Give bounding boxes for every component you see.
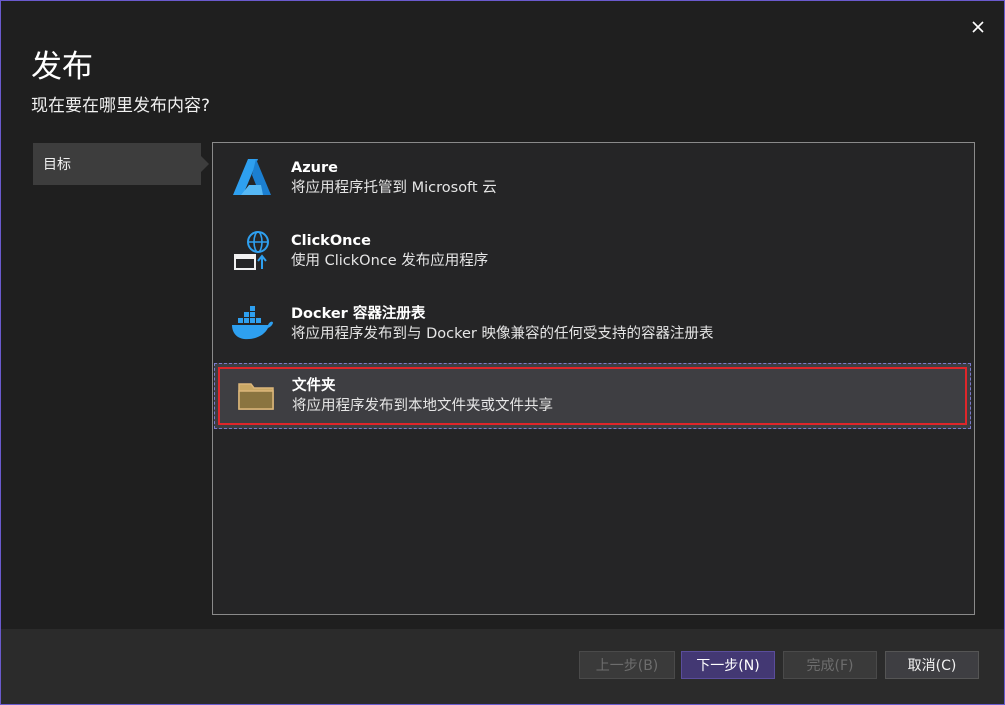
docker-icon xyxy=(232,306,273,340)
target-description: 将应用程序发布到与 Docker 映像兼容的任何受支持的容器注册表 xyxy=(291,326,714,342)
publish-target-list: Azure 将应用程序托管到 Microsoft 云 ClickOnce 使用 … xyxy=(212,142,975,615)
cancel-button[interactable]: 取消(C) xyxy=(885,651,979,679)
publish-dialog: 发布 现在要在哪里发布内容? 目标 Azure 将应用程序托管到 Microso… xyxy=(0,0,1005,705)
finish-button[interactable]: 完成(F) xyxy=(783,651,877,679)
target-description: 使用 ClickOnce 发布应用程序 xyxy=(291,253,489,269)
next-button[interactable]: 下一步(N) xyxy=(681,651,775,679)
target-name: ClickOnce xyxy=(291,233,371,249)
back-button[interactable]: 上一步(B) xyxy=(579,651,675,679)
dialog-footer: 上一步(B) 下一步(N) 完成(F) 取消(C) xyxy=(1,629,1004,704)
sidebar-item-label: 目标 xyxy=(43,157,71,173)
target-description: 将应用程序托管到 Microsoft 云 xyxy=(291,180,497,196)
target-clickonce[interactable]: ClickOnce 使用 ClickOnce 发布应用程序 xyxy=(213,216,974,286)
dialog-title: 发布 xyxy=(31,49,93,85)
close-icon xyxy=(972,21,984,33)
azure-icon xyxy=(233,159,271,195)
target-description: 将应用程序发布到本地文件夹或文件共享 xyxy=(292,398,553,414)
close-button[interactable] xyxy=(966,15,990,39)
target-name: Docker 容器注册表 xyxy=(291,306,426,322)
target-docker[interactable]: Docker 容器注册表 将应用程序发布到与 Docker 映像兼容的任何受支持… xyxy=(213,289,974,359)
folder-icon xyxy=(238,383,274,410)
target-name: 文件夹 xyxy=(292,378,336,394)
target-azure[interactable]: Azure 将应用程序托管到 Microsoft 云 xyxy=(213,143,974,213)
dialog-subtitle: 现在要在哪里发布内容? xyxy=(31,96,211,116)
target-name: Azure xyxy=(291,160,338,176)
sidebar-item-target[interactable]: 目标 xyxy=(33,143,201,185)
target-folder[interactable]: 文件夹 将应用程序发布到本地文件夹或文件共享 xyxy=(214,363,971,429)
sidebar-selection-arrow xyxy=(201,156,209,172)
clickonce-icon xyxy=(234,231,269,270)
